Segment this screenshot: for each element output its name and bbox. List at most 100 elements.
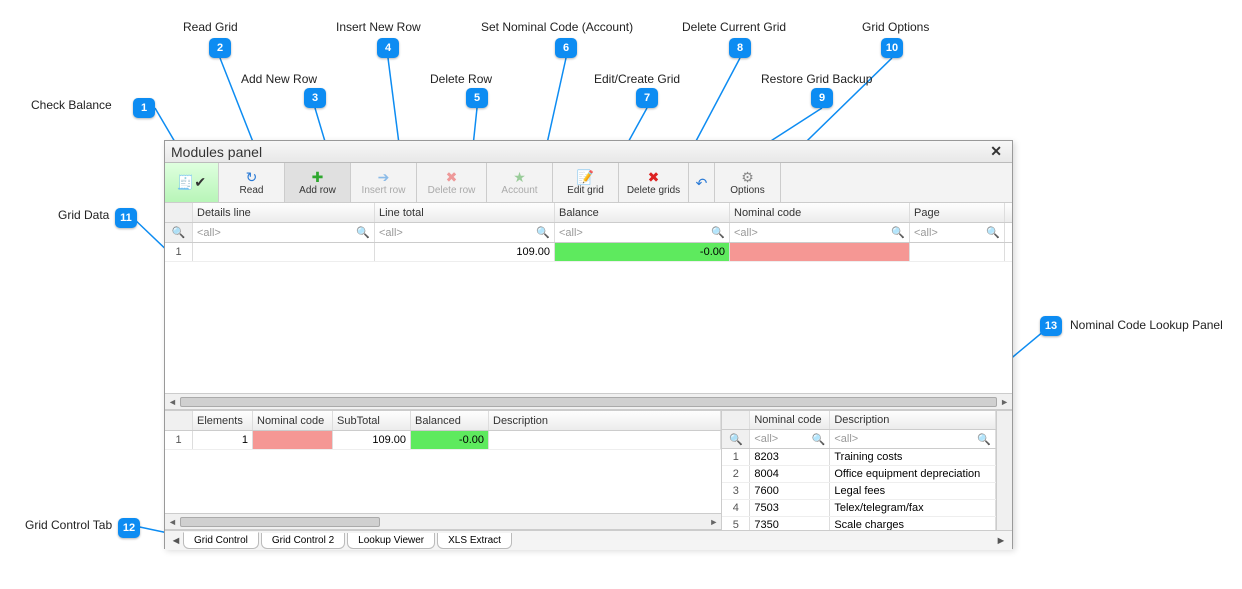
callout-marker-8: 8 bbox=[729, 38, 751, 58]
options-button[interactable]: ⚙ Options bbox=[715, 163, 781, 202]
table-row[interactable]: 28004Office equipment depreciation bbox=[722, 466, 1012, 483]
cell-description[interactable]: Training costs bbox=[830, 449, 996, 465]
col-nominal[interactable]: Nominal code bbox=[730, 203, 910, 222]
tab-scroll-left[interactable]: ◄ bbox=[169, 535, 183, 547]
col-nominal[interactable]: Nominal code bbox=[253, 411, 333, 430]
filter-description[interactable]: <all>🔍 bbox=[830, 430, 996, 448]
cell-description[interactable]: Scale charges bbox=[830, 517, 996, 530]
cell-line-total[interactable]: 109.00 bbox=[375, 243, 555, 261]
search-icon: 🔍 bbox=[729, 433, 743, 446]
tab-grid-control-2[interactable]: Grid Control 2 bbox=[261, 533, 345, 549]
scroll-left-icon[interactable]: ◄ bbox=[168, 517, 177, 527]
cell-nominal[interactable]: 7503 bbox=[750, 500, 830, 516]
search-icon: 🔍 bbox=[986, 226, 1000, 239]
filter-page[interactable]: <all>🔍 bbox=[910, 223, 1005, 242]
cell-details[interactable] bbox=[193, 243, 375, 261]
callout-label-1: Check Balance bbox=[31, 98, 112, 112]
callout-label-11: Grid Data bbox=[58, 208, 109, 222]
close-icon[interactable]: ✕ bbox=[986, 143, 1006, 160]
cell-balanced[interactable]: -0.00 bbox=[411, 431, 489, 449]
delete-row-button[interactable]: ✖ Delete row bbox=[417, 163, 487, 202]
filter-icon[interactable]: 🔍 bbox=[722, 430, 750, 448]
filter-line-total[interactable]: <all>🔍 bbox=[375, 223, 555, 242]
cell-description[interactable]: Legal fees bbox=[830, 483, 996, 499]
table-row[interactable]: 57350Scale charges bbox=[722, 517, 1012, 530]
tab-scroll-right[interactable]: ► bbox=[994, 535, 1008, 547]
scroll-right-icon[interactable]: ► bbox=[1000, 397, 1009, 407]
callout-label-5: Delete Row bbox=[430, 72, 492, 86]
add-row-button[interactable]: ✚ Add row bbox=[285, 163, 351, 202]
callout-marker-12: 12 bbox=[118, 518, 140, 538]
row-index: 3 bbox=[722, 483, 750, 499]
cell-nominal[interactable]: 8004 bbox=[750, 466, 830, 482]
filter-details[interactable]: <all>🔍 bbox=[193, 223, 375, 242]
edit-grid-button[interactable]: 📝 Edit grid bbox=[553, 163, 619, 202]
btn-label: Delete grids bbox=[627, 185, 680, 196]
scroll-thumb[interactable] bbox=[180, 517, 380, 527]
restore-backup-button[interactable]: ↶ bbox=[689, 163, 715, 202]
filter-nominal[interactable]: <all>🔍 bbox=[730, 223, 910, 242]
col-elements[interactable]: Elements bbox=[193, 411, 253, 430]
bottom-panels: Elements Nominal code SubTotal Balanced … bbox=[165, 410, 1012, 530]
summary-hscroll[interactable]: ◄ ► bbox=[165, 513, 721, 530]
callout-label-8: Delete Current Grid bbox=[682, 20, 786, 34]
cell-description[interactable]: Telex/telegram/fax bbox=[830, 500, 996, 516]
cell-nominal[interactable]: 7600 bbox=[750, 483, 830, 499]
filter-icon[interactable]: 🔍 bbox=[165, 223, 193, 242]
scroll-thumb[interactable] bbox=[180, 397, 997, 407]
col-nominal[interactable]: Nominal code bbox=[750, 411, 830, 429]
col-balance[interactable]: Balance bbox=[555, 203, 730, 222]
search-icon: 🔍 bbox=[711, 226, 725, 239]
table-row[interactable]: 37600Legal fees bbox=[722, 483, 1012, 500]
filter-nominal[interactable]: <all>🔍 bbox=[750, 430, 830, 448]
table-row[interactable]: 1 109.00 -0.00 bbox=[165, 243, 1012, 262]
col-details[interactable]: Details line bbox=[193, 203, 375, 222]
callout-marker-1: 1 bbox=[133, 98, 155, 118]
table-row[interactable]: 1 1 109.00 -0.00 bbox=[165, 431, 721, 450]
tab-grid-control[interactable]: Grid Control bbox=[183, 532, 259, 549]
cell-elements[interactable]: 1 bbox=[193, 431, 253, 449]
tab-xls-extract[interactable]: XLS Extract bbox=[437, 533, 512, 549]
account-button[interactable]: ★ Account bbox=[487, 163, 553, 202]
tab-lookup-viewer[interactable]: Lookup Viewer bbox=[347, 533, 435, 549]
scroll-left-icon[interactable]: ◄ bbox=[168, 397, 177, 407]
col-line-total[interactable]: Line total bbox=[375, 203, 555, 222]
cell-balance[interactable]: -0.00 bbox=[555, 243, 730, 261]
callout-label-12: Grid Control Tab bbox=[25, 518, 112, 532]
cell-nominal[interactable] bbox=[253, 431, 333, 449]
cell-nominal[interactable]: 8203 bbox=[750, 449, 830, 465]
col-subtotal[interactable]: SubTotal bbox=[333, 411, 411, 430]
main-grid-hscroll[interactable]: ◄ ► bbox=[165, 393, 1012, 410]
callout-marker-6: 6 bbox=[555, 38, 577, 58]
cell-page[interactable] bbox=[910, 243, 1005, 261]
callout-marker-2: 2 bbox=[209, 38, 231, 58]
cell-nominal[interactable]: 7350 bbox=[750, 517, 830, 530]
table-row[interactable]: 18203Training costs bbox=[722, 449, 1012, 466]
col-page[interactable]: Page bbox=[910, 203, 1005, 222]
check-icon: 🧾✔ bbox=[177, 175, 206, 189]
summary-grid: Elements Nominal code SubTotal Balanced … bbox=[165, 411, 722, 530]
btn-label: Read bbox=[240, 185, 264, 196]
cell-nominal[interactable] bbox=[730, 243, 910, 261]
cell-description[interactable] bbox=[489, 431, 721, 449]
row-index: 1 bbox=[165, 243, 193, 261]
col-balanced[interactable]: Balanced bbox=[411, 411, 489, 430]
read-button[interactable]: ↻ Read bbox=[219, 163, 285, 202]
cell-description[interactable]: Office equipment depreciation bbox=[830, 466, 996, 482]
refresh-icon: ↻ bbox=[246, 170, 258, 184]
filter-balance[interactable]: <all>🔍 bbox=[555, 223, 730, 242]
callout-marker-4: 4 bbox=[377, 38, 399, 58]
cell-subtotal[interactable]: 109.00 bbox=[333, 431, 411, 449]
table-row[interactable]: 47503Telex/telegram/fax bbox=[722, 500, 1012, 517]
callout-marker-9: 9 bbox=[811, 88, 833, 108]
col-description[interactable]: Description bbox=[489, 411, 721, 430]
search-icon: 🔍 bbox=[812, 433, 826, 446]
delete-grids-button[interactable]: ✖ Delete grids bbox=[619, 163, 689, 202]
col-description[interactable]: Description bbox=[830, 411, 996, 429]
insert-row-button[interactable]: ➔ Insert row bbox=[351, 163, 417, 202]
check-balance-button[interactable]: 🧾✔ bbox=[165, 163, 219, 202]
lookup-vscroll[interactable] bbox=[996, 411, 1012, 530]
callout-label-9: Restore Grid Backup bbox=[761, 72, 872, 86]
scroll-right-icon[interactable]: ► bbox=[709, 517, 718, 527]
btn-label: Options bbox=[730, 185, 764, 196]
